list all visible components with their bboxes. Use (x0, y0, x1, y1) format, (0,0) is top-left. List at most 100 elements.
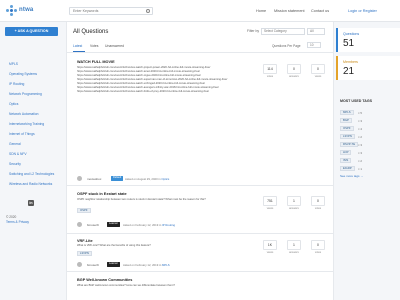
question-tag[interactable]: L3VPN (77, 251, 92, 256)
question-meta: Asked on February 12, 2019 in IP Routing (123, 223, 175, 227)
members-stat-count: 21 (343, 66, 355, 77)
answers-stat: 1 answers (287, 196, 301, 210)
tag-count: × 2 (358, 159, 362, 163)
copyright-text: © 2020 (6, 215, 17, 219)
question-excerpt: https://www.realhelpfulclub.com/event/12… (77, 66, 228, 93)
category-mpls[interactable]: MPLS (9, 62, 18, 66)
see-more-tags-link[interactable]: See more tags → (340, 174, 363, 178)
category-optics[interactable]: Optics (9, 102, 18, 106)
tag-mpls[interactable]: MPLS (340, 110, 354, 115)
search-box[interactable] (69, 7, 153, 15)
question-category-link[interactable]: IP Routing (162, 223, 175, 227)
answers-stat: 0 answers (287, 64, 301, 78)
question-meta: Asked on February 12, 2019 in MPLS (123, 263, 170, 267)
page-title: All Questions (73, 29, 109, 35)
category-sdn-nfv[interactable]: SDN & NFV (9, 152, 27, 156)
views-stat: 0 views (311, 64, 325, 78)
right-sidebar: Questions 51 Members 21 MOST USED TAGS M… (336, 22, 400, 300)
tag-eigrp[interactable]: EIGRP (340, 166, 355, 171)
tab-latest[interactable]: Latest (73, 44, 82, 48)
tag-isis[interactable]: ISIS (340, 158, 352, 163)
category-network-programming[interactable]: Network Programming (9, 92, 42, 96)
views-label: views (314, 75, 322, 78)
question-title[interactable]: OSPF stuck in Exstart state (77, 192, 127, 196)
question-title[interactable]: WATCH FULL MOVIE (77, 60, 115, 64)
search-icon[interactable] (146, 9, 150, 13)
category-internetworking-training[interactable]: Internetworking Training (9, 122, 44, 126)
category-general[interactable]: General (9, 142, 21, 146)
question-category-link[interactable]: MPLS (162, 263, 170, 267)
author-name[interactable]: moviesbox (87, 177, 101, 181)
answers-stat: 1 answers (287, 240, 301, 254)
per-page-label: Questions Per Page (272, 44, 301, 48)
tag-bgp[interactable]: BGP (340, 118, 352, 123)
site-logo[interactable]: ntwa (6, 3, 46, 19)
votes-count: 0 (311, 196, 325, 206)
per-page-select[interactable]: 10 (307, 42, 321, 48)
questions-stat-label: Questions (343, 32, 360, 36)
filter-label: Filter by (247, 29, 260, 33)
ask-question-button[interactable]: + ASK A QUESTION (5, 27, 58, 36)
category-ip-routing[interactable]: IP Routing (9, 82, 24, 86)
author-name[interactable]: bmuser9 (87, 263, 99, 267)
answers-label: answers (289, 251, 299, 254)
category-filter-select[interactable]: Select Category (261, 28, 305, 35)
question-item: BGP Well-known Communities What are BGP … (67, 272, 333, 300)
avatar[interactable] (77, 262, 82, 267)
tag-count: × 1 (358, 167, 362, 171)
author-name[interactable]: bmuser9 (87, 223, 99, 227)
question-excerpt: OSPF neighbor relationship between two r… (77, 198, 206, 201)
questions-stat-card: Questions 51 (336, 28, 400, 52)
logo-icon (6, 5, 18, 17)
category-operating-systems[interactable]: Operating Systems (9, 72, 37, 76)
category-internet-of-things[interactable]: Internet of Things (9, 132, 35, 136)
tag-l3vpn[interactable]: L3VPN (340, 134, 355, 139)
category-wireless-radio[interactable]: Wireless and Radio Networks (9, 182, 52, 186)
views-label: views (266, 207, 274, 210)
top-header: ntwa Home Mission statement Contact us L… (0, 0, 400, 22)
tag-count: × 3 (358, 143, 362, 147)
avatar[interactable] (77, 176, 82, 181)
question-tag[interactable]: OSPF (77, 208, 91, 213)
tag-ldp[interactable]: LDP (340, 150, 352, 155)
asked-date: Asked on February 12, 2019 in (123, 223, 162, 227)
question-item: OSPF stuck in Exstart state OSPF neighbo… (67, 186, 333, 234)
question-title[interactable]: VRF-Lite (77, 239, 93, 243)
category-network-automation[interactable]: Network Automation (9, 112, 39, 116)
question-excerpt: What are BGP well-known communities? How… (77, 284, 175, 287)
tab-unanswered[interactable]: Unanswered (105, 44, 124, 48)
question-item: VRF-Lite What is VRF-Lite? What are the … (67, 234, 333, 272)
login-register-link[interactable]: Login or Register (348, 9, 377, 13)
linkedin-icon[interactable]: in (28, 200, 34, 206)
question-meta: Asked on August 29, 2020 in Optics (125, 177, 169, 181)
user-badge: Learner (107, 222, 120, 227)
tab-votes[interactable]: Votes (90, 44, 98, 48)
user-badge: Default (111, 176, 124, 181)
question-category-link[interactable]: Optics (161, 177, 169, 181)
nav-home[interactable]: Home (256, 9, 266, 13)
tag-count: × 5 (358, 111, 362, 115)
asked-date: Asked on August 29, 2020 in (125, 177, 161, 181)
views-label: views (266, 251, 274, 254)
views-count: 1K (263, 240, 277, 250)
search-input[interactable] (70, 8, 140, 14)
nav-contact-us[interactable]: Contact us (311, 9, 329, 13)
category-security[interactable]: Security (9, 162, 21, 166)
votes-label: votes (314, 251, 322, 254)
members-stat-card: Members 21 (336, 56, 400, 80)
avatar[interactable] (77, 222, 82, 227)
terms-link[interactable]: Terms & Privacy (6, 220, 29, 224)
tag-rsvp-te[interactable]: RSVP-TE (340, 142, 359, 147)
nav-mission-statement[interactable]: Mission statement (274, 9, 305, 13)
questions-stat-count: 51 (343, 38, 355, 49)
answers-label: answers (289, 75, 299, 78)
questions-panel: All Questions Filter by Select Category … (66, 22, 334, 300)
votes-label: votes (314, 207, 322, 210)
sort-select[interactable]: All (307, 28, 325, 35)
tag-ospf[interactable]: OSPF (340, 126, 354, 131)
tag-count: × 3 (358, 119, 362, 123)
question-title[interactable]: BGP Well-known Communities (77, 278, 132, 282)
category-switching-l2[interactable]: Switching and L2 Technologies (9, 172, 54, 176)
members-stat-label: Members (343, 60, 358, 64)
votes-stat: 0 votes (311, 240, 325, 254)
